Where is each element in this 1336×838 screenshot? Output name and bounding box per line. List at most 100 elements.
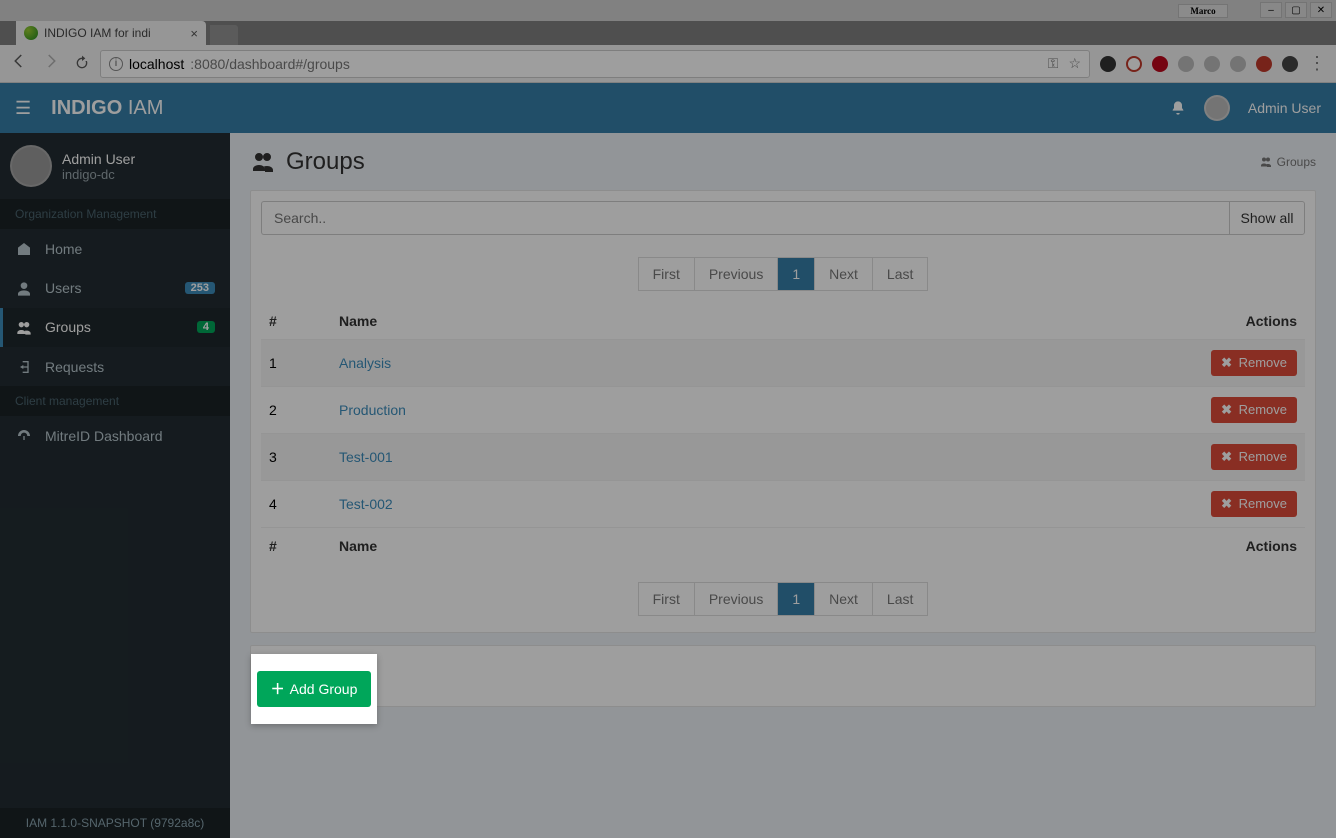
page-number-button[interactable]: 1 <box>778 258 814 290</box>
groups-count-badge: 4 <box>197 321 215 333</box>
browser-tab-title: INDIGO IAM for indi <box>44 26 151 40</box>
browser-tab-strip: INDIGO IAM for indi × <box>0 21 1336 45</box>
search-input[interactable] <box>261 201 1229 235</box>
sidebar-item-groups[interactable]: Groups 4 <box>0 308 230 347</box>
star-icon[interactable]: ☆ <box>1068 55 1081 72</box>
user-avatar-small[interactable] <box>1204 95 1230 121</box>
col-hash: # <box>261 303 331 340</box>
page-last-button[interactable]: Last <box>873 583 927 615</box>
groups-list-box: Show all First Previous 1 Next Last # Na… <box>250 190 1316 633</box>
sidebar-item-label: Groups <box>45 319 91 335</box>
browser-menu-icon[interactable]: ⋮ <box>1308 53 1326 74</box>
col-actions: Actions <box>1165 303 1305 340</box>
users-icon <box>15 319 33 336</box>
sidebar-item-label: Users <box>45 280 82 296</box>
navbar-username[interactable]: Admin User <box>1248 100 1321 116</box>
os-close-button[interactable]: ✕ <box>1310 2 1332 18</box>
sidebar-toggle-button[interactable]: ☰ <box>15 98 31 119</box>
browser-url-bar[interactable]: i localhost:8080/dashboard#/groups ⚿ ☆ <box>100 50 1090 78</box>
close-icon: ✖ <box>1221 449 1232 464</box>
col-name-foot: Name <box>331 528 1165 565</box>
group-link[interactable]: Analysis <box>339 355 391 371</box>
browser-extensions: ⋮ <box>1100 53 1326 74</box>
sidebar-version-footer: IAM 1.1.0-SNAPSHOT (9792a8c) <box>0 808 230 838</box>
browser-forward-button[interactable] <box>42 52 60 75</box>
table-row: 2 Production ✖ Remove <box>261 387 1305 434</box>
users-count-badge: 253 <box>185 282 215 294</box>
remove-button[interactable]: ✖ Remove <box>1211 491 1297 517</box>
highlighted-area: ＋ Add Group <box>251 654 377 724</box>
browser-back-button[interactable] <box>10 52 28 75</box>
ext-icon-2[interactable] <box>1126 56 1142 72</box>
breadcrumb[interactable]: Groups <box>1260 155 1316 169</box>
groups-icon <box>250 150 276 174</box>
group-link[interactable]: Test-001 <box>339 449 393 465</box>
page-next-button[interactable]: Next <box>815 258 872 290</box>
sidebar-item-requests[interactable]: Requests <box>0 347 230 386</box>
page-prev-button[interactable]: Previous <box>695 583 777 615</box>
pagination-top: First Previous 1 Next Last <box>261 257 1305 291</box>
os-maximize-button[interactable]: ▢ <box>1285 2 1307 18</box>
favicon-icon <box>24 26 38 40</box>
close-icon: ✖ <box>1221 496 1232 511</box>
remove-button[interactable]: ✖ Remove <box>1211 444 1297 470</box>
ext-icon-8[interactable] <box>1282 56 1298 72</box>
col-name: Name <box>331 303 1165 340</box>
row-index: 3 <box>261 434 331 481</box>
page-next-button[interactable]: Next <box>815 583 872 615</box>
sidebar-item-label: Requests <box>45 359 104 375</box>
sidebar-item-label: Home <box>45 241 82 257</box>
ext-icon-7[interactable] <box>1256 56 1272 72</box>
add-group-button-highlight[interactable]: ＋ Add Group <box>257 671 372 707</box>
group-link[interactable]: Test-002 <box>339 496 393 512</box>
user-avatar-large <box>10 145 52 187</box>
os-titlebar: Marco – ▢ ✕ <box>0 0 1336 21</box>
groups-table: # Name Actions 1 Analysis ✖ Remove 2 Product… <box>261 303 1305 564</box>
ext-icon-1[interactable] <box>1100 56 1116 72</box>
sidebar-item-mitreid[interactable]: MitreID Dashboard <box>0 416 230 455</box>
url-path: :8080/dashboard#/groups <box>190 56 350 72</box>
notifications-icon[interactable] <box>1170 99 1186 117</box>
site-info-icon[interactable]: i <box>109 57 123 71</box>
sidebar-item-label: MitreID Dashboard <box>45 428 163 444</box>
user-icon <box>15 279 33 296</box>
main-content: Groups Groups Show all First Previous 1 … <box>230 133 1336 838</box>
add-group-label: Add Group <box>290 681 358 697</box>
ext-icon-6[interactable] <box>1230 56 1246 72</box>
sidebar-user-org: indigo-dc <box>62 167 135 182</box>
page-first-button[interactable]: First <box>639 583 694 615</box>
group-link[interactable]: Production <box>339 402 406 418</box>
page-prev-button[interactable]: Previous <box>695 258 777 290</box>
app-navbar: ☰ INDIGO IAM Admin User <box>0 83 1336 133</box>
breadcrumb-text: Groups <box>1277 155 1316 169</box>
ext-icon-5[interactable] <box>1204 56 1220 72</box>
sidebar-item-home[interactable]: Home <box>0 229 230 268</box>
page-number-button[interactable]: 1 <box>778 583 814 615</box>
row-index: 2 <box>261 387 331 434</box>
app-brand[interactable]: INDIGO IAM <box>51 97 163 120</box>
tab-close-icon[interactable]: × <box>190 26 198 41</box>
table-row: 1 Analysis ✖ Remove <box>261 340 1305 387</box>
browser-new-tab-button[interactable] <box>210 25 238 45</box>
key-icon[interactable]: ⚿ <box>1048 55 1059 72</box>
os-minimize-button[interactable]: – <box>1260 2 1282 18</box>
table-row: 3 Test-001 ✖ Remove <box>261 434 1305 481</box>
page-first-button[interactable]: First <box>639 258 694 290</box>
close-icon: ✖ <box>1221 355 1232 370</box>
close-icon: ✖ <box>1221 402 1232 417</box>
browser-reload-button[interactable] <box>74 55 90 73</box>
sidebar: Admin User indigo-dc Organization Manage… <box>0 133 230 838</box>
show-all-button[interactable]: Show all <box>1229 201 1305 235</box>
os-logo: Marco <box>1178 4 1228 18</box>
remove-button[interactable]: ✖ Remove <box>1211 397 1297 423</box>
dashboard-icon <box>15 427 33 444</box>
ext-icon-4[interactable] <box>1178 56 1194 72</box>
browser-tab-active[interactable]: INDIGO IAM for indi × <box>16 21 206 45</box>
ext-icon-pinterest[interactable] <box>1152 56 1168 72</box>
sidebar-item-users[interactable]: Users 253 <box>0 268 230 307</box>
col-actions-foot: Actions <box>1165 528 1305 565</box>
row-index: 1 <box>261 340 331 387</box>
page-last-button[interactable]: Last <box>873 258 927 290</box>
remove-button[interactable]: ✖ Remove <box>1211 350 1297 376</box>
home-icon <box>15 240 33 257</box>
